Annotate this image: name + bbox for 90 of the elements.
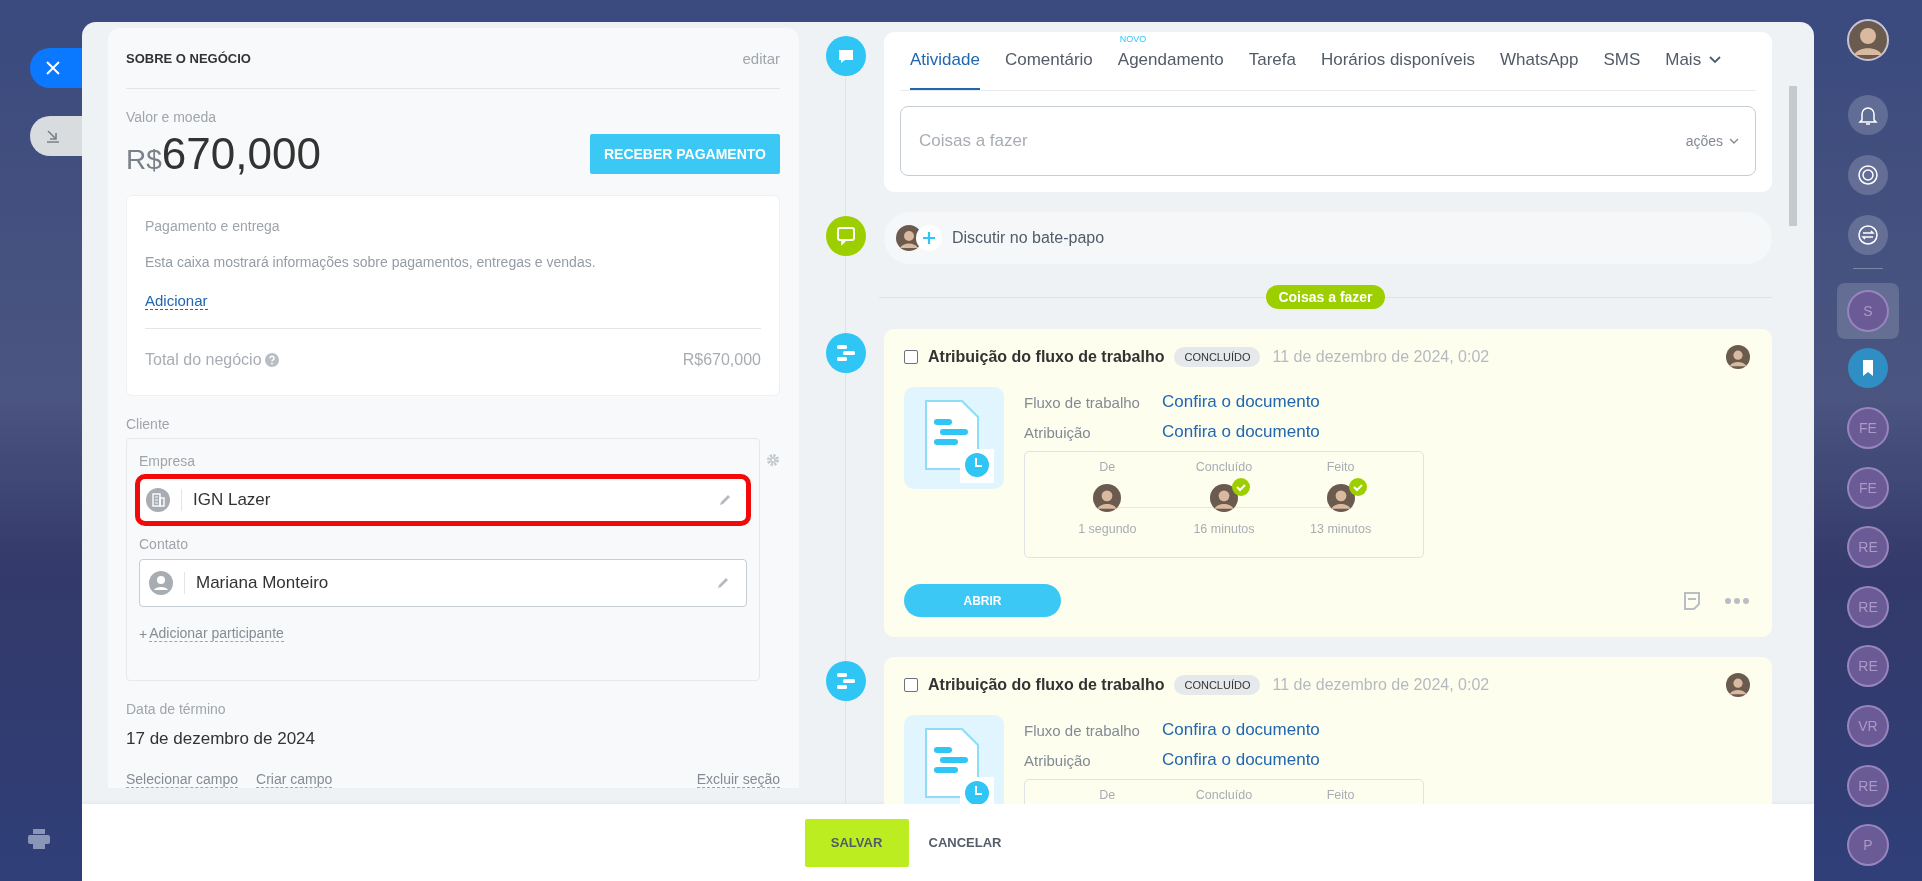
cancel-button[interactable]: CANCELAR [918, 835, 1012, 850]
document-link[interactable]: Confira o documento [1162, 422, 1320, 442]
stage-label: Concluído [1195, 460, 1253, 474]
tab[interactable]: Mais [1665, 32, 1722, 90]
chevron-down-icon [1729, 137, 1739, 145]
stage-label: Feito [1326, 788, 1355, 802]
field-action-link[interactable]: Selecionar campo [126, 771, 239, 788]
stage-label: Feito [1326, 460, 1355, 474]
total-value: R$670,000 [682, 351, 761, 369]
field-value: IGN Lazer [193, 490, 272, 510]
add-link[interactable]: Adicionar [145, 292, 208, 310]
document-link[interactable]: Confira o documento [1162, 392, 1320, 412]
tab[interactable]: Atividade [910, 32, 980, 90]
scrollbar[interactable] [1789, 86, 1797, 226]
field-action-link[interactable]: Criar campo [256, 771, 333, 788]
tab[interactable]: SMS [1603, 32, 1641, 90]
activity-title: Atribuição do fluxo de trabalho [928, 348, 1165, 366]
tab[interactable]: Tarefa [1248, 32, 1296, 90]
field-label: Data de término [126, 701, 227, 717]
tab[interactable]: Comentário [1004, 32, 1093, 90]
entity-field[interactable]: IGN Lazer [135, 474, 751, 526]
add-person-icon[interactable] [916, 225, 942, 251]
entity-field[interactable]: Mariana Monteiro [139, 559, 747, 607]
delete-section-link[interactable]: Excluir seção [696, 771, 780, 788]
workflow-icon [826, 661, 866, 701]
close-icon [45, 60, 61, 76]
checkbox[interactable] [904, 350, 918, 364]
box-title: Pagamento e entrega [145, 218, 281, 234]
field-label: Fluxo de trabalho [1024, 393, 1141, 411]
bell-icon[interactable] [1848, 95, 1888, 136]
currency-symbol: R$ [126, 144, 162, 175]
field-label: Valor e moeda [126, 109, 217, 125]
stage-label: Concluído [1195, 788, 1253, 802]
tab[interactable]: WhatsApp [1499, 32, 1579, 90]
field-label: Empresa [139, 453, 197, 469]
avatar-icon [1726, 673, 1750, 697]
section-title: SOBRE O NEGÓCIO [126, 50, 251, 66]
save-button[interactable]: SALVAR [804, 818, 909, 867]
building-icon [146, 488, 170, 512]
document-link[interactable]: Confira o documento [1162, 750, 1320, 770]
chat-bubble-icon [826, 36, 866, 76]
field-label: Contato [139, 536, 190, 552]
chat-bubble-icon [826, 216, 866, 256]
more-dots-icon[interactable] [1724, 596, 1750, 605]
stage-label: De [1099, 460, 1116, 474]
chat-arrows-icon[interactable] [1848, 214, 1888, 255]
user-avatar [1210, 484, 1238, 512]
stage-label: De [1099, 788, 1116, 802]
total-label: Total do negócio [145, 351, 262, 369]
add-participant-link[interactable]: Adicionar participante [149, 625, 284, 642]
chat-discussion-bar[interactable]: Discutir no bate-papo [884, 212, 1772, 264]
document-clock-icon [904, 387, 1004, 489]
document-link[interactable]: Confira o documento [1162, 720, 1320, 740]
stage-duration: 1 segundo [1078, 522, 1137, 536]
section-badge: Coisas a fazer [1266, 285, 1385, 309]
field-label: Atribuição [1024, 423, 1092, 441]
stage-duration: 16 minutos [1193, 522, 1255, 536]
activity-date: 11 de dezembro de 2024, 0:02 [1272, 348, 1490, 366]
status-label: CONCLUÍDO [1174, 675, 1261, 695]
printer-icon[interactable] [28, 829, 50, 849]
chat-label: Discutir no bate-papo [952, 229, 1105, 247]
field-value: Mariana Monteiro [196, 573, 330, 593]
plus-sign: + [139, 625, 148, 642]
chevron-down-icon [1709, 56, 1722, 64]
collapse-button[interactable] [30, 116, 82, 156]
field-label: Fluxo de trabalho [1024, 721, 1141, 739]
user-avatar[interactable] [1847, 18, 1889, 61]
amount-value: 670,000 [161, 129, 321, 178]
stage-duration: 13 minutos [1310, 522, 1372, 536]
status-label: CONCLUÍDO [1174, 347, 1261, 367]
close-button[interactable] [30, 48, 82, 88]
bookmark-icon[interactable] [1848, 348, 1888, 389]
new-label: NOVO [1119, 34, 1147, 44]
todo-input-field[interactable]: Coisas a fazer ações [900, 106, 1756, 176]
person-icon [149, 571, 173, 595]
spiral-icon[interactable] [1848, 155, 1888, 195]
user-avatar [1326, 484, 1355, 512]
field-label: Atribuição [1024, 751, 1092, 769]
end-date-value: 17 de dezembro de 2024 [126, 729, 317, 749]
arrow-down-right-icon [45, 128, 61, 144]
avatar-icon [1726, 345, 1750, 369]
activity-title: Atribuição do fluxo de trabalho [928, 676, 1165, 694]
box-description: Esta caixa mostrará informações sobre pagamentos, entregas e vendas. [145, 254, 597, 270]
actions-dropdown[interactable]: ações [1685, 133, 1739, 149]
activity-date: 11 de dezembro de 2024, 0:02 [1272, 676, 1490, 694]
checkbox[interactable] [904, 678, 918, 692]
field-label: Cliente [126, 416, 171, 432]
tab[interactable]: NOVO Agendamento [1117, 32, 1224, 90]
workflow-icon [826, 333, 866, 373]
tab[interactable]: Horários disponíveis [1320, 32, 1475, 90]
